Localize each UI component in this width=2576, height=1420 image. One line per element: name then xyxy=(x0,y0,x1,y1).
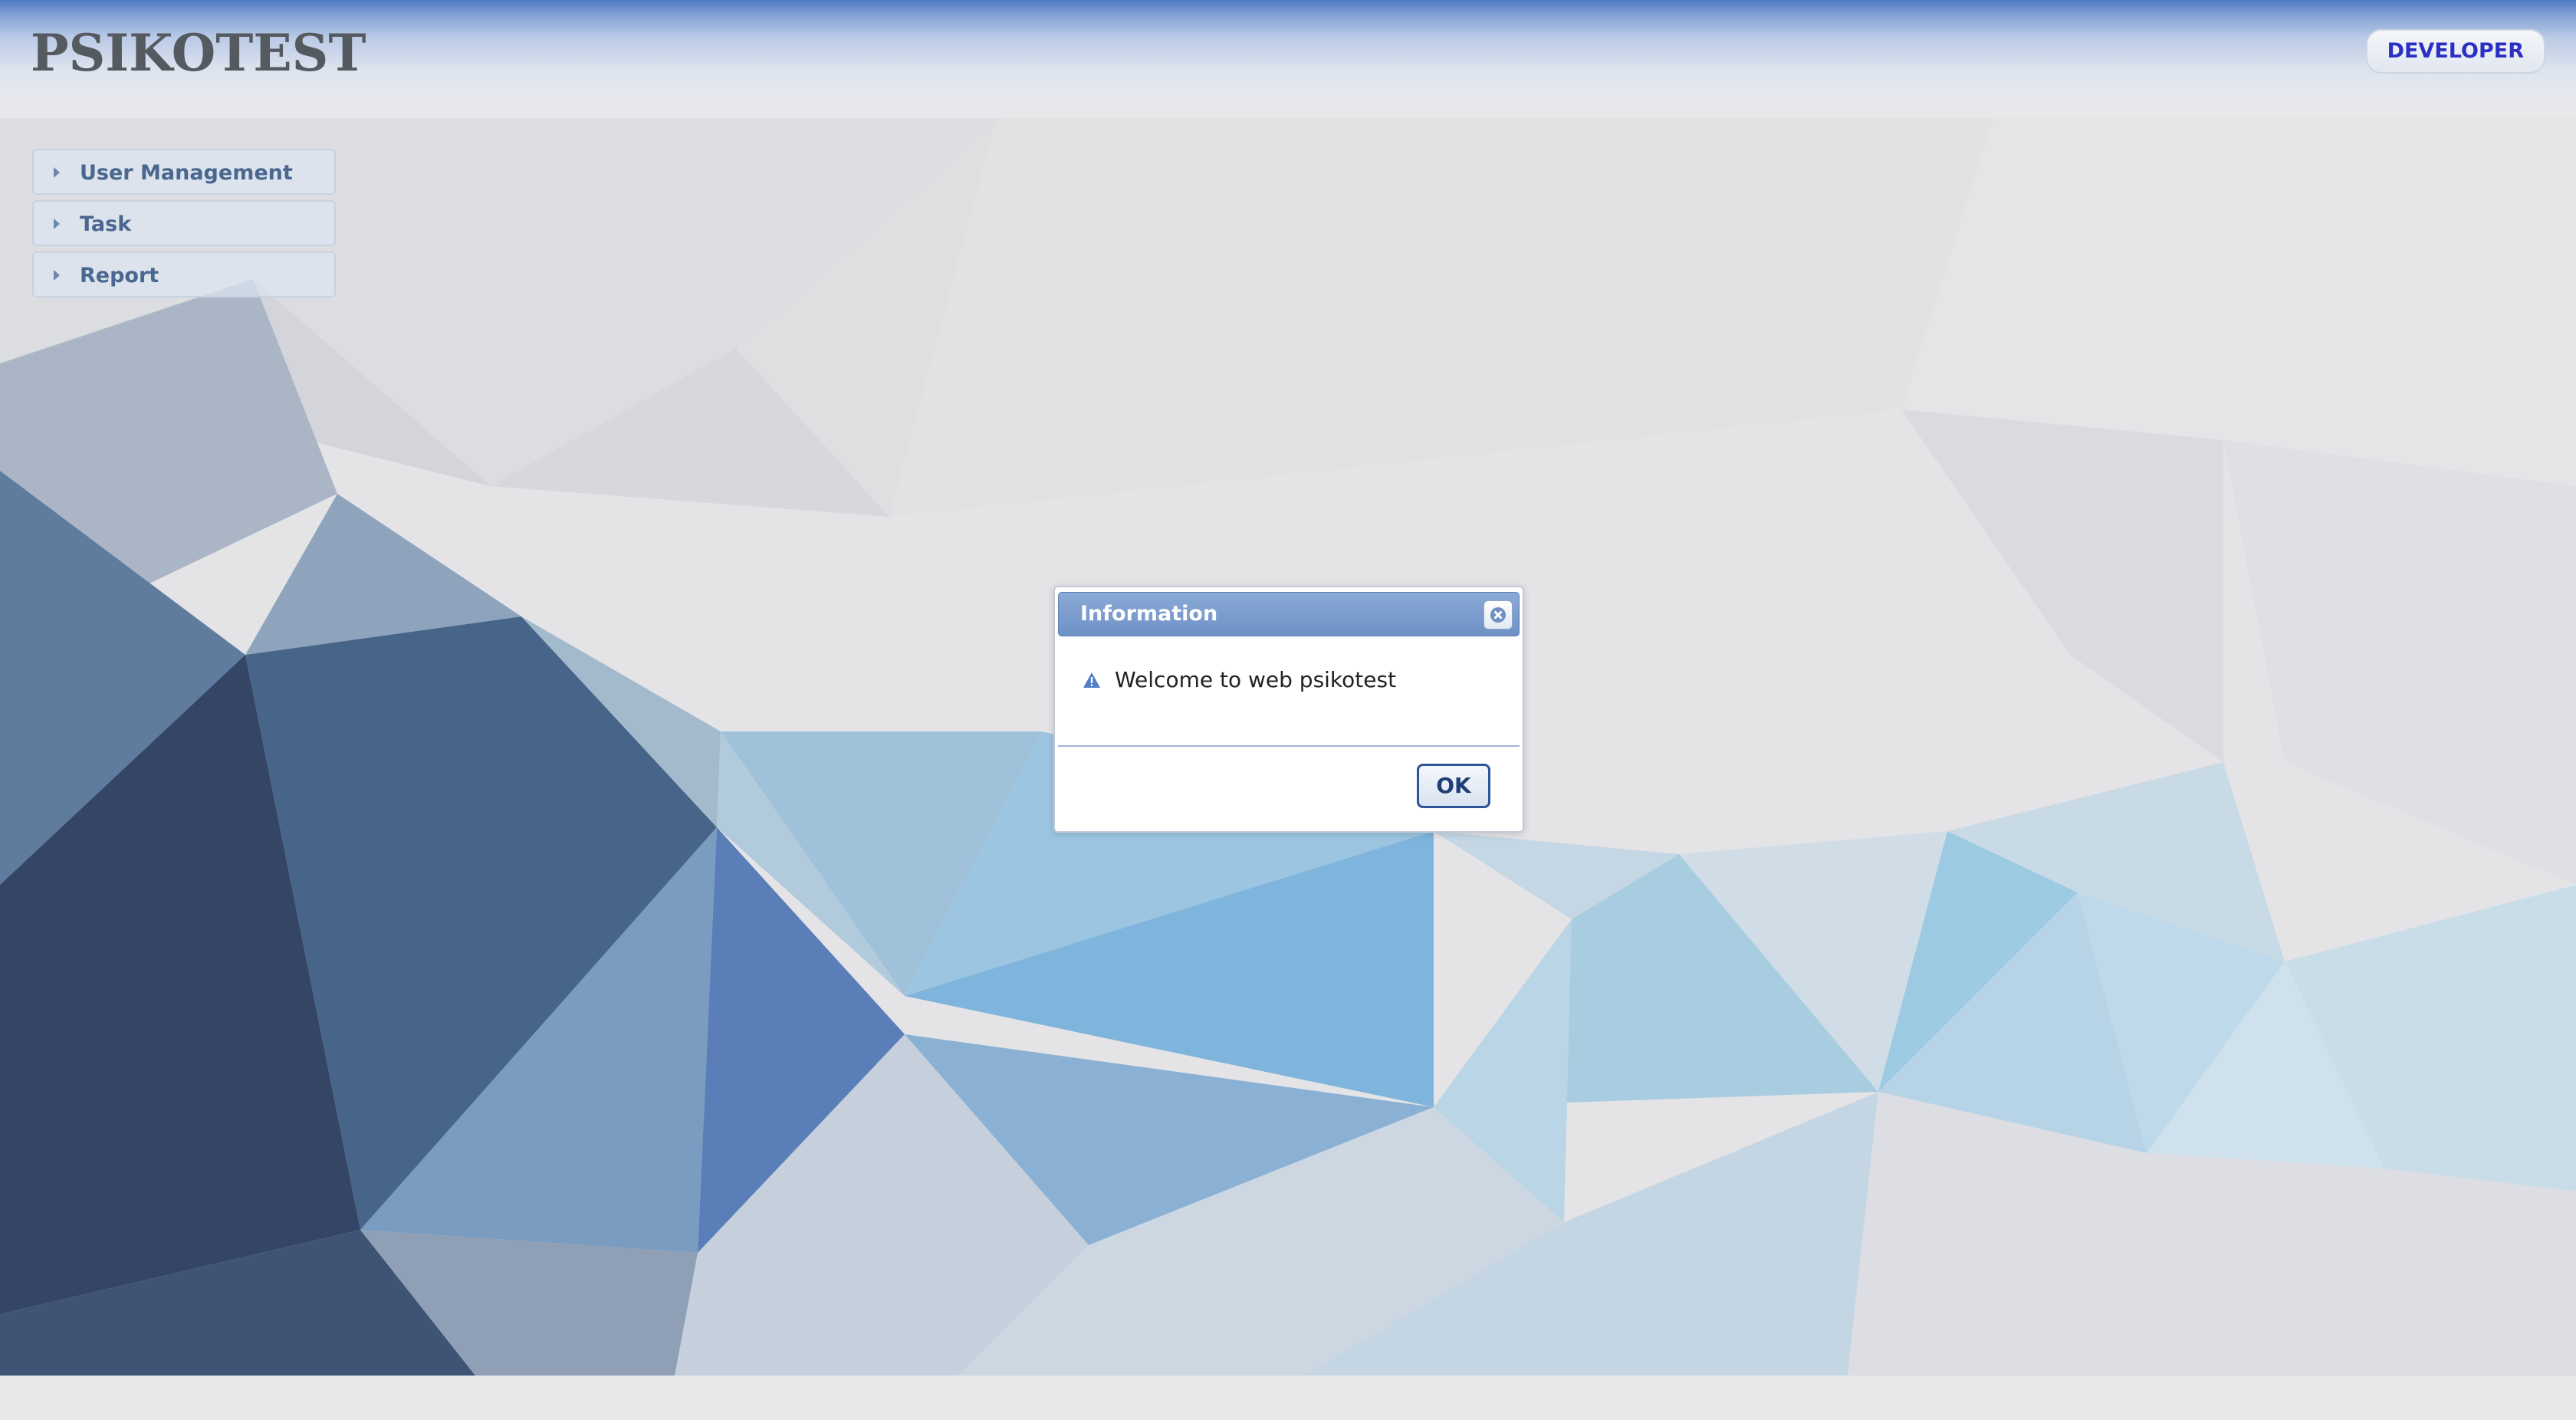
app-title: PSIKOTEST xyxy=(31,23,366,83)
app-footer xyxy=(0,1376,2576,1420)
dialog-close-button[interactable] xyxy=(1484,600,1513,629)
user-role-badge[interactable]: DEVELOPER xyxy=(2365,29,2545,74)
dialog-titlebar[interactable]: Information xyxy=(1058,592,1520,636)
caret-right-icon xyxy=(54,167,60,178)
close-icon xyxy=(1490,607,1506,623)
information-dialog: Information Welcome to web psikotest OK xyxy=(1053,586,1524,833)
sidebar-item-label: User Management xyxy=(80,161,293,185)
dialog-title: Information xyxy=(1080,602,1218,626)
sidebar-item-label: Task xyxy=(80,212,132,236)
sidebar-item-label: Report xyxy=(80,264,159,288)
sidebar-menu: User Management Task Report xyxy=(32,149,336,303)
caret-right-icon xyxy=(54,219,60,229)
sidebar-item-task[interactable]: Task xyxy=(32,200,336,246)
dialog-divider xyxy=(1058,745,1520,747)
sidebar-item-user-management[interactable]: User Management xyxy=(32,149,336,195)
warning-icon xyxy=(1083,672,1100,688)
caret-right-icon xyxy=(54,270,60,281)
ok-button[interactable]: OK xyxy=(1417,764,1490,808)
app-header: PSIKOTEST DEVELOPER xyxy=(0,0,2576,118)
dialog-message: Welcome to web psikotest xyxy=(1115,667,1397,692)
sidebar-item-report[interactable]: Report xyxy=(32,251,336,297)
